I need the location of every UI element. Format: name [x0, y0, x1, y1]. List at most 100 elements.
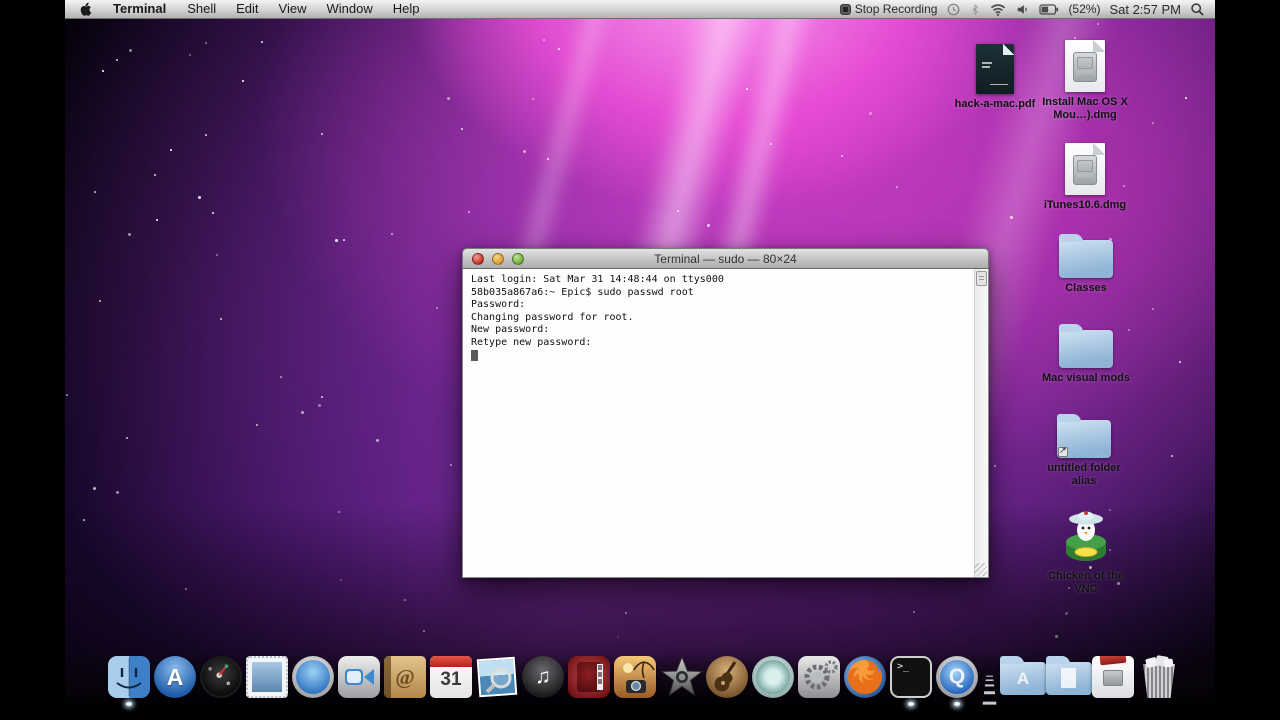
spotlight-icon[interactable] [1190, 2, 1205, 17]
dock-item-folder-applications[interactable]: A [999, 656, 1046, 706]
installer-icon [1092, 656, 1134, 698]
photo-booth-icon [568, 656, 610, 698]
apple-menu[interactable] [65, 2, 102, 17]
menu-view[interactable]: View [269, 1, 317, 16]
trash-icon [1138, 655, 1180, 698]
time-machine-icon [752, 656, 794, 698]
preview-icon [476, 656, 518, 698]
desktop-icon-folder-alias[interactable]: untitled folder alias [1036, 412, 1132, 488]
dashboard-icon [200, 656, 242, 698]
ical-icon: 31 [430, 656, 472, 698]
desktop-icon-dmg[interactable]: Install Mac OS X Mou…).dmg [1037, 40, 1133, 122]
dock-item-trash[interactable] [1137, 655, 1181, 706]
desktop-icon-chicken[interactable]: Chicken of the VNC [1038, 508, 1134, 596]
menu-edit[interactable]: Edit [226, 1, 268, 16]
terminal-line: Retype new password: [471, 336, 592, 348]
desktop-icon-pdf[interactable]: hack-a-mac.pdf [947, 44, 1043, 111]
terminal-title-bar[interactable]: Terminal — sudo — 80×24 [462, 248, 989, 269]
menu-terminal[interactable]: Terminal [102, 1, 177, 16]
menu-bar: Terminal Shell Edit View Window Help Stop Rec… [65, 0, 1215, 19]
battery-icon[interactable] [1039, 3, 1059, 15]
dock-item-system-preferences[interactable] [797, 656, 841, 706]
desktop-icon-label: Classes [1065, 282, 1107, 294]
video-frame: Terminal Shell Edit View Window Help Stop Rec… [65, 0, 1215, 720]
dock-item-address-book[interactable]: @ [383, 656, 427, 706]
dock-item-folder-documents[interactable] [1045, 656, 1092, 706]
terminal-line: 58b035a867a6:~ Epic$ sudo passwd root [471, 286, 694, 298]
wifi-icon[interactable] [989, 2, 1007, 16]
folder-applications-icon: A [1000, 656, 1046, 698]
stop-recording-menu-extra[interactable]: Stop Recording [839, 2, 938, 16]
alias-arrow-badge [1058, 445, 1068, 457]
mail-icon [246, 656, 288, 698]
menu-bar-status: Stop Recording (52%) Sat 2:57 PM [839, 2, 1215, 17]
terminal-line: Password: [471, 299, 526, 311]
desktop-icon-label: Chicken of the VNC [1048, 570, 1124, 595]
dock-item-app-store[interactable]: A [153, 656, 197, 706]
dock-item-dashboard[interactable] [199, 656, 243, 706]
desktop-icon-dmg[interactable]: iTunes10.6.dmg [1037, 143, 1133, 212]
dock-item-garageband[interactable] [705, 656, 749, 706]
disk-image-icon [1065, 40, 1105, 92]
menu-help[interactable]: Help [383, 1, 430, 16]
firefox-icon [844, 656, 886, 698]
dock-item-safari[interactable] [291, 656, 335, 706]
dock-item-ical[interactable]: 31 [429, 656, 473, 706]
apple-icon [80, 2, 92, 16]
bluetooth-icon[interactable] [970, 2, 980, 17]
safari-icon [292, 656, 334, 698]
dock-item-quicktime[interactable]: Q [935, 656, 979, 706]
menu-window[interactable]: Window [317, 1, 383, 16]
quicktime-icon: Q [936, 656, 978, 698]
terminal-content[interactable]: Last login: Sat Mar 31 14:48:44 on ttys0… [462, 269, 989, 578]
stop-recording-icon [839, 3, 851, 15]
facetime-icon [338, 656, 380, 698]
scrollbar-thumb[interactable] [976, 271, 987, 286]
terminal-cursor [471, 349, 478, 361]
dock-item-photo-booth[interactable] [567, 656, 611, 706]
volume-icon[interactable] [1016, 3, 1030, 16]
running-indicator [954, 702, 960, 706]
dock-item-iphoto[interactable] [613, 656, 657, 706]
iphoto-icon [614, 656, 656, 698]
dock-item-facetime[interactable] [337, 656, 381, 706]
terminal-icon: >_ [890, 656, 932, 698]
dock-item-time-machine[interactable] [751, 656, 795, 706]
dock-item-itunes[interactable]: ♫ [521, 656, 565, 706]
system-preferences-icon [798, 656, 840, 698]
window-title: Terminal — sudo — 80×24 [654, 251, 797, 266]
menu-shell[interactable]: Shell [177, 1, 226, 16]
desktop-icon-folder[interactable]: Classes [1038, 232, 1134, 295]
resize-grip[interactable] [974, 563, 987, 576]
dock-item-firefox[interactable] [843, 656, 887, 706]
terminal-output: Last login: Sat Mar 31 14:48:44 on ttys0… [463, 269, 974, 577]
dock-item-terminal[interactable]: >_ [889, 656, 933, 706]
folder-documents-icon [1046, 656, 1092, 698]
terminal-line: New password: [471, 324, 550, 336]
app-store-icon: A [154, 656, 196, 698]
terminal-window: Terminal — sudo — 80×24 Last login: Sat … [462, 248, 989, 578]
folder-alias-icon [1057, 414, 1111, 458]
dock-item-imovie[interactable] [659, 655, 704, 706]
finder-icon [108, 656, 150, 698]
desktop-icon-label: iTunes10.6.dmg [1043, 199, 1127, 211]
running-indicator [908, 702, 914, 706]
dock-item-finder[interactable] [107, 656, 151, 706]
desktop-icon-label: untitled folder alias [1047, 462, 1121, 487]
dock-separator [981, 660, 997, 706]
battery-percent: (52%) [1068, 2, 1101, 16]
dock-item-installer[interactable] [1091, 656, 1135, 706]
imovie-icon [660, 655, 704, 698]
menu-bar-clock[interactable]: Sat 2:57 PM [1109, 2, 1181, 17]
chicken-vnc-icon [1066, 511, 1106, 561]
terminal-line: Changing password for root. [471, 311, 634, 323]
folder-icon [1059, 324, 1113, 368]
terminal-line: Last login: Sat Mar 31 14:48:44 on ttys0… [471, 274, 724, 285]
stop-recording-label: Stop Recording [854, 2, 938, 16]
dock-item-preview[interactable] [475, 656, 519, 706]
desktop-icon-folder[interactable]: Mac visual mods [1038, 322, 1134, 385]
dock-item-mail[interactable] [245, 656, 289, 706]
time-machine-icon[interactable] [946, 2, 961, 17]
folder-icon [1059, 234, 1113, 278]
scrollbar[interactable] [974, 269, 988, 577]
